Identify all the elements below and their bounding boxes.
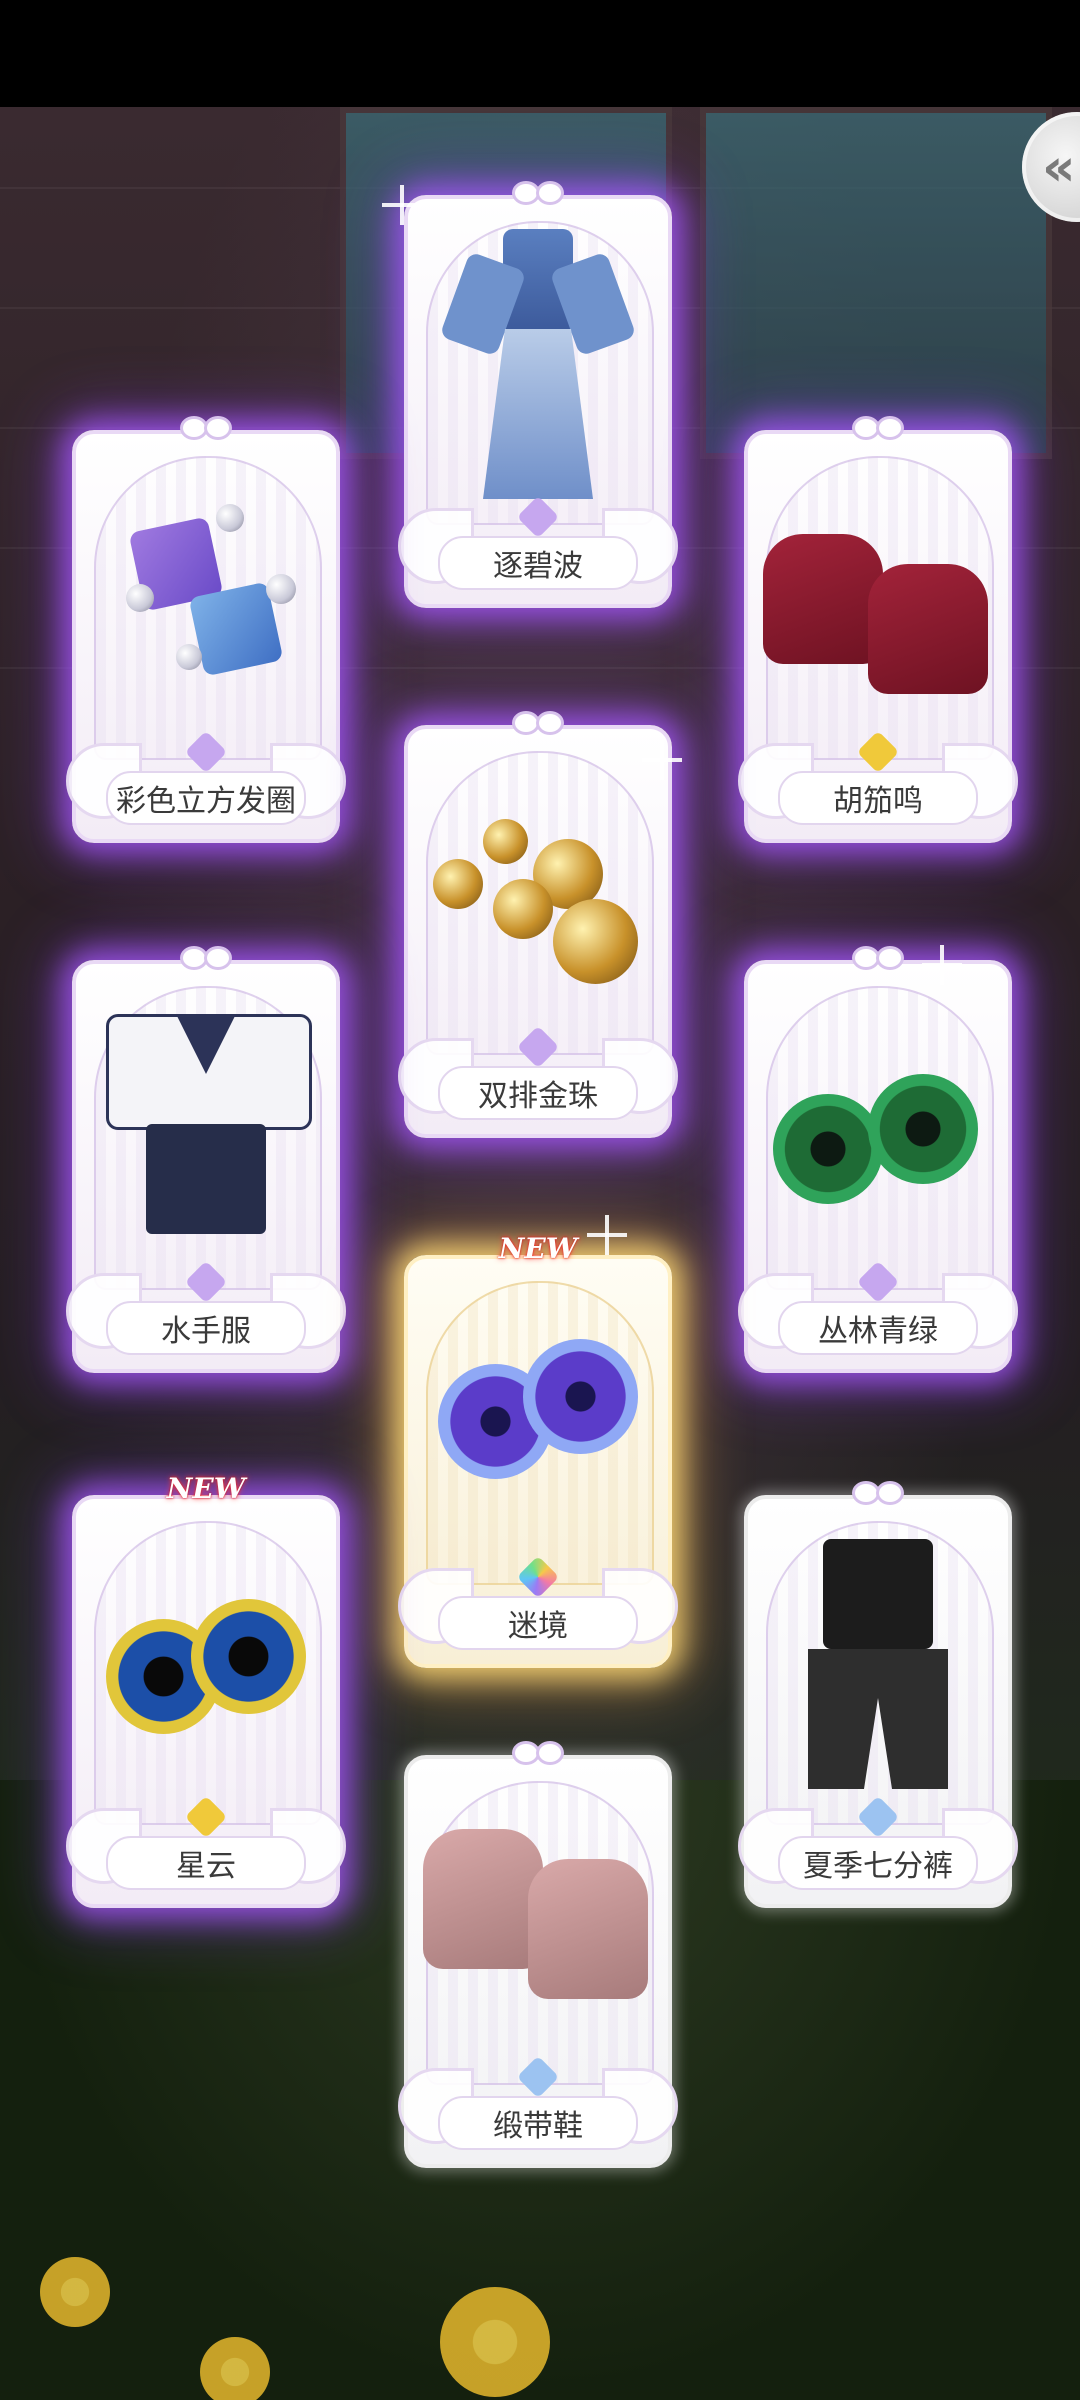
gold-beads-icon	[433, 819, 643, 989]
flower-decoration	[200, 2337, 270, 2400]
hanfu-dress-icon	[439, 229, 637, 499]
item-name: 水手服	[106, 1301, 306, 1355]
status-bar	[0, 0, 1080, 107]
item-name: 缎带鞋	[438, 2096, 638, 2150]
item-card[interactable]: 丛林青绿	[738, 946, 1018, 1373]
sparkle-decoration	[382, 185, 422, 225]
sparkle-decoration	[642, 740, 682, 780]
sailor-outfit-icon	[106, 1004, 312, 1244]
item-name: 胡笳鸣	[778, 771, 978, 825]
summer-pants-icon	[808, 1539, 948, 1799]
new-badge: NEW	[166, 1472, 246, 1505]
item-name: 迷境	[438, 1596, 638, 1650]
nebula-eyes-icon	[438, 1339, 638, 1489]
item-card[interactable]: 彩色立方发圈	[66, 416, 346, 843]
red-heels-icon	[763, 524, 993, 694]
sparkle-decoration	[587, 1215, 627, 1255]
sparkle-decoration	[922, 945, 962, 985]
item-card[interactable]: 夏季七分裤	[738, 1481, 1018, 1908]
green-eyes-icon	[773, 1074, 983, 1204]
item-name: 逐碧波	[438, 536, 638, 590]
item-card[interactable]: NEW 迷境	[398, 1232, 678, 1668]
item-card[interactable]: 逐碧波	[398, 181, 678, 608]
item-name: 双排金珠	[438, 1066, 638, 1120]
new-badge: NEW	[498, 1232, 578, 1265]
flower-decoration	[440, 2287, 550, 2397]
item-card[interactable]: NEW 星云	[66, 1472, 346, 1908]
starry-eyes-icon	[106, 1599, 306, 1749]
double-chevron-left-icon: «	[1042, 138, 1076, 198]
item-name: 彩色立方发圈	[106, 771, 306, 825]
flower-decoration	[40, 2257, 110, 2327]
item-card[interactable]: 缎带鞋	[398, 1741, 678, 2168]
item-card[interactable]: 胡笳鸣	[738, 416, 1018, 843]
item-card[interactable]: 水手服	[66, 946, 346, 1373]
item-name: 星云	[106, 1836, 306, 1890]
ribbon-shoes-icon	[423, 1829, 653, 2009]
item-name: 夏季七分裤	[778, 1836, 978, 1890]
bow-decoration	[512, 181, 564, 205]
item-card[interactable]: 双排金珠	[398, 711, 678, 1138]
window-decoration	[700, 107, 1052, 459]
cube-hair-tie-icon	[116, 494, 296, 694]
item-name: 丛林青绿	[778, 1301, 978, 1355]
